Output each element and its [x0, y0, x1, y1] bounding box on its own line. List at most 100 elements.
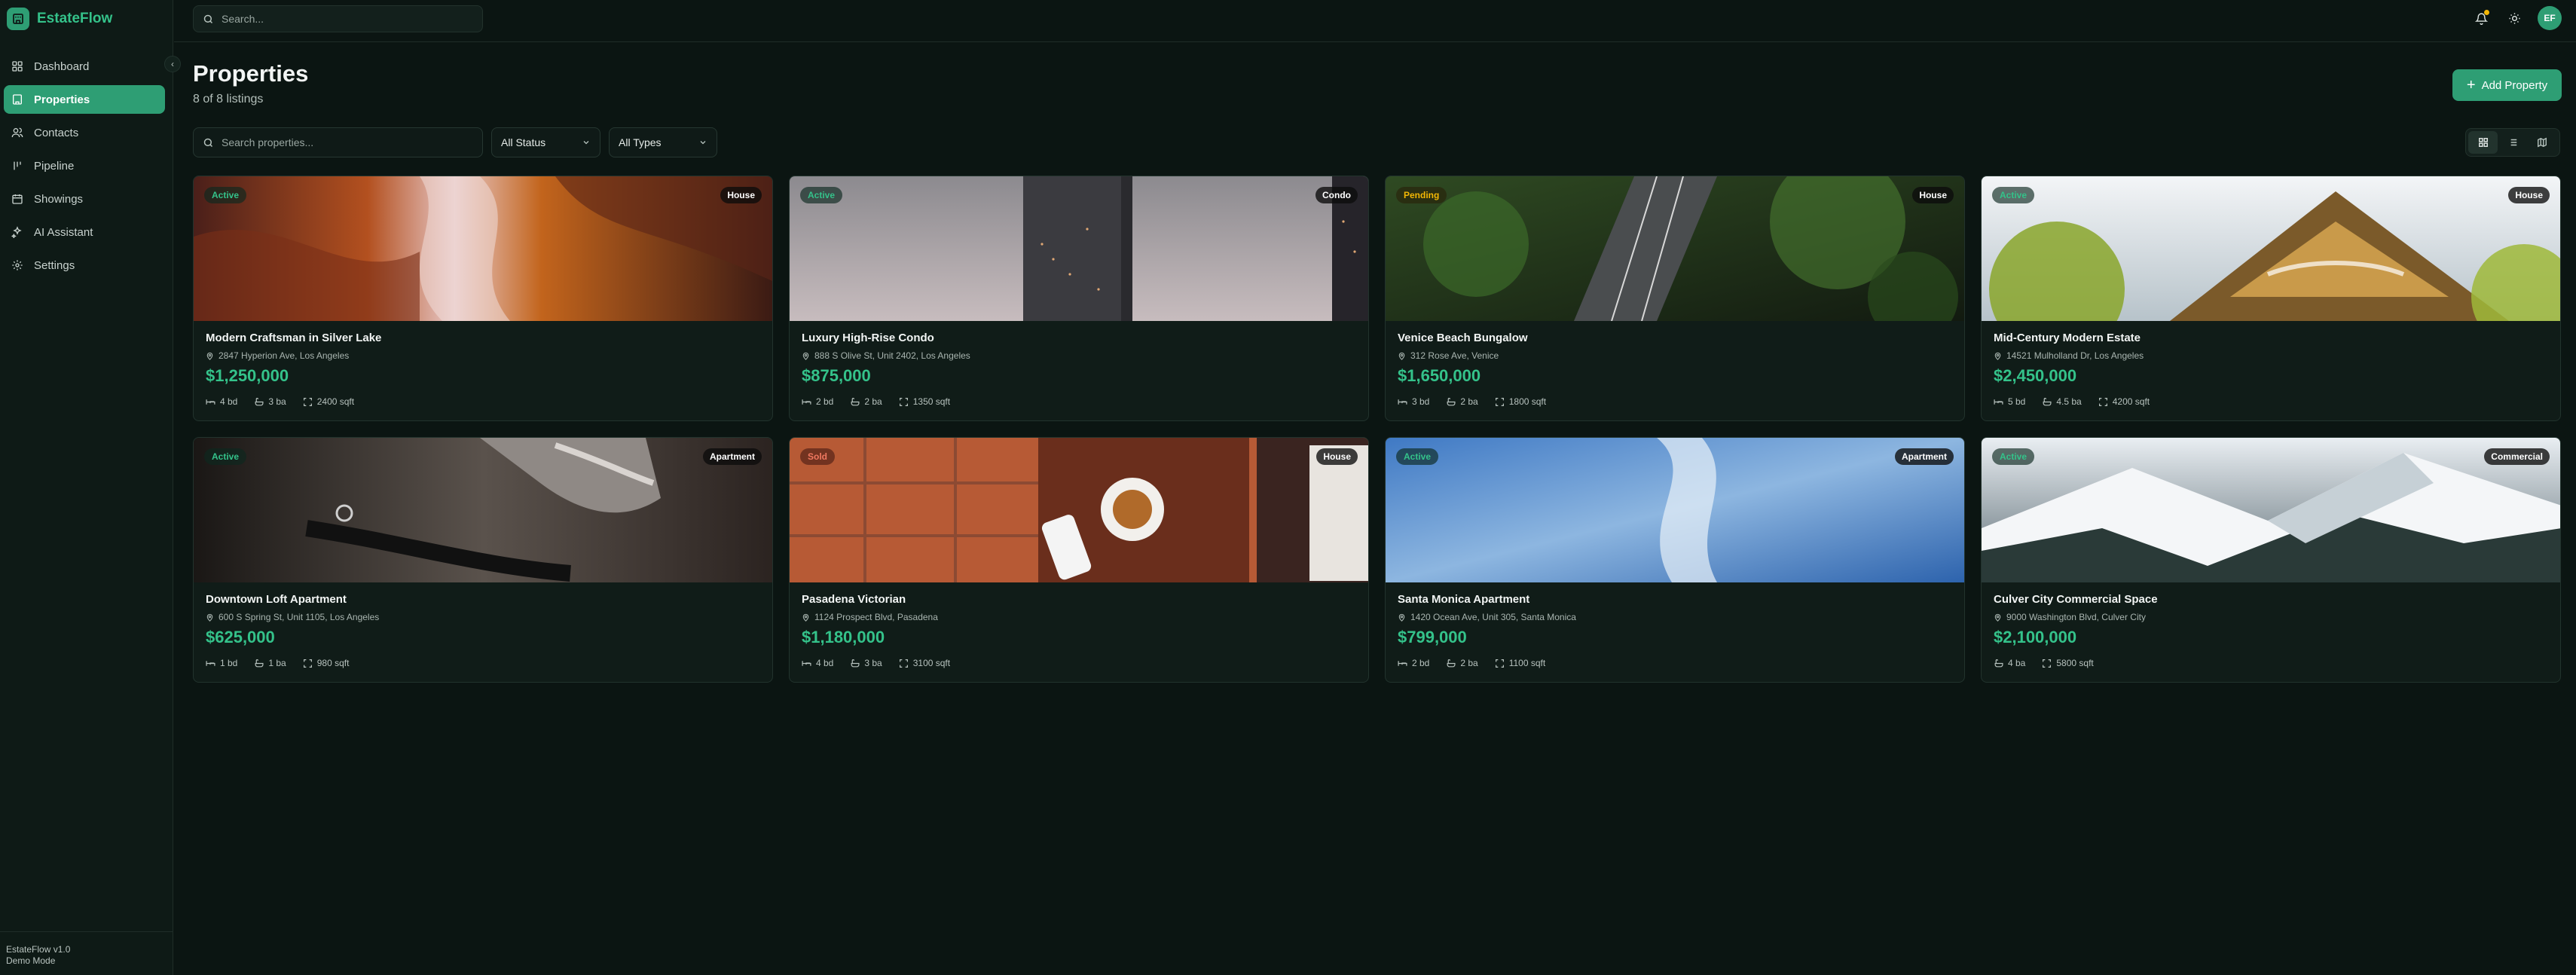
property-price: $875,000 — [802, 366, 871, 385]
sqft-text: 4200 sqft — [2112, 396, 2150, 407]
beds-text: 4 bd — [220, 396, 238, 407]
status-badge: Active — [1396, 448, 1439, 465]
notifications-button[interactable] — [2472, 9, 2490, 27]
status-badge: Active — [800, 187, 843, 203]
sqft-stat: 1100 sqft — [1495, 658, 1545, 668]
sidebar-item-pipeline[interactable]: Pipeline — [4, 151, 165, 180]
list-view-button[interactable] — [2498, 131, 2527, 154]
property-address-text: 1124 Prospect Blvd, Pasadena — [814, 612, 938, 622]
property-search-input[interactable] — [222, 136, 463, 148]
sidebar-item-properties[interactable]: Properties — [4, 85, 165, 114]
sidebar-item-showings[interactable]: Showings — [4, 185, 165, 213]
map-pin-icon — [1994, 352, 2001, 360]
beds-text: 3 bd — [1412, 396, 1430, 407]
type-badge: Apartment — [702, 448, 762, 465]
sqft-stat: 2400 sqft — [303, 396, 354, 407]
area-icon — [2043, 659, 2052, 668]
property-title: Culver City Commercial Space — [1994, 593, 2158, 606]
sidebar-item-dashboard[interactable]: Dashboard — [4, 52, 165, 81]
property-stats: 4 bd 3 ba 3100 sqft — [802, 658, 967, 668]
property-card[interactable]: Pending House Venice Beach Bungalow 312 … — [1385, 176, 1965, 421]
property-photo — [1982, 176, 2560, 321]
sidebar-item-label: Showings — [34, 192, 84, 206]
baths-stat: 3 ba — [254, 396, 286, 407]
grid-view-button[interactable] — [2468, 131, 2498, 154]
property-stats: 4 bd 3 ba 2400 sqft — [206, 396, 371, 407]
property-price: $2,450,000 — [1994, 366, 2077, 385]
baths-text: 2 ba — [1460, 396, 1478, 407]
baths-stat: 3 ba — [850, 658, 882, 668]
baths-stat: 2 ba — [1446, 396, 1478, 407]
bed-icon — [802, 399, 811, 405]
property-card[interactable]: Active Apartment Santa Monica Apartment … — [1385, 437, 1965, 683]
sqft-stat: 1350 sqft — [899, 396, 950, 407]
property-card[interactable]: Sold House Pasadena Victorian 1124 Prosp… — [789, 437, 1369, 683]
beds-stat: 5 bd — [1994, 396, 2025, 407]
beds-text: 4 bd — [816, 658, 834, 668]
sqft-stat: 3100 sqft — [899, 658, 950, 668]
baths-text: 3 ba — [864, 658, 882, 668]
property-photo — [194, 176, 772, 321]
baths-stat: 4.5 ba — [2042, 396, 2082, 407]
property-card[interactable]: Active Condo Luxury High-Rise Condo 888 … — [789, 176, 1369, 421]
property-title: Pasadena Victorian — [802, 593, 906, 606]
status-badge: Sold — [800, 448, 835, 465]
add-property-button[interactable]: + Add Property — [2452, 69, 2562, 101]
logo-icon — [7, 8, 29, 30]
status-badge: Pending — [1396, 187, 1447, 203]
property-card[interactable]: Active House Modern Craftsman in Silver … — [193, 176, 773, 421]
topbar: EF — [174, 0, 2576, 42]
listing-count: 8 of 8 listings — [193, 93, 264, 105]
property-photo — [1386, 176, 1964, 321]
search-input[interactable] — [222, 13, 463, 25]
plus-icon: + — [2466, 77, 2476, 93]
sqft-text: 2400 sqft — [316, 396, 355, 407]
map-view-button[interactable] — [2528, 131, 2557, 154]
theme-toggle-button[interactable] — [2505, 9, 2523, 27]
baths-stat: 1 ba — [254, 658, 286, 668]
bath-icon — [1994, 659, 2003, 667]
beds-stat: 2 bd — [802, 396, 833, 407]
property-address-text: 14521 Mulholland Dr, Los Angeles — [2006, 350, 2144, 361]
baths-text: 3 ba — [268, 396, 286, 407]
sidebar-item-settings[interactable]: Settings — [4, 251, 165, 280]
sqft-stat: 5800 sqft — [2042, 658, 2094, 668]
sidebar-item-contacts[interactable]: Contacts — [4, 118, 165, 147]
property-address: 1420 Ocean Ave, Unit 305, Santa Monica — [1398, 612, 1576, 622]
collapse-sidebar-button[interactable]: ‹ — [164, 56, 181, 72]
property-card[interactable]: Active Apartment Downtown Loft Apartment… — [193, 437, 773, 683]
pipeline-icon — [14, 161, 21, 170]
property-price: $799,000 — [1398, 628, 1467, 646]
baths-stat: 2 ba — [850, 396, 882, 407]
sidebar: EstateFlow Dashboard Properties Contacts… — [0, 0, 173, 975]
map-pin-icon — [1398, 352, 1405, 360]
property-price: $1,250,000 — [206, 366, 289, 385]
list-icon — [2508, 139, 2517, 146]
global-search — [193, 5, 483, 32]
brand[interactable]: EstateFlow — [7, 7, 112, 31]
area-icon — [303, 397, 312, 406]
map-pin-icon — [802, 613, 809, 622]
map-pin-icon — [206, 613, 213, 622]
property-card[interactable]: Active House Mid-Century Modern Estate 1… — [1981, 176, 2561, 421]
property-address: 14521 Mulholland Dr, Los Angeles — [1994, 350, 2144, 361]
property-price: $625,000 — [206, 628, 275, 646]
property-photo — [1982, 438, 2560, 582]
type-badge: Commercial — [2484, 448, 2550, 465]
avatar[interactable]: EF — [2538, 6, 2562, 30]
bed-icon — [1994, 399, 2003, 405]
map-pin-icon — [802, 352, 809, 360]
property-price: $1,650,000 — [1398, 366, 1481, 385]
property-title: Downtown Loft Apartment — [206, 593, 347, 606]
sidebar-item-ai-assistant[interactable]: AI Assistant — [4, 218, 165, 246]
area-icon — [1495, 659, 1504, 668]
map-pin-icon — [1398, 613, 1405, 622]
sidebar-item-label: Properties — [34, 93, 90, 106]
property-card[interactable]: Active Commercial Culver City Commercial… — [1981, 437, 2561, 683]
bed-icon — [1398, 660, 1407, 666]
chevron-left-icon: ‹ — [171, 59, 174, 69]
map-icon — [2538, 137, 2547, 148]
add-property-label: Add Property — [2481, 78, 2548, 92]
status-filter-select[interactable]: All Status — [491, 127, 600, 157]
type-filter-select[interactable]: All Types — [609, 127, 717, 157]
